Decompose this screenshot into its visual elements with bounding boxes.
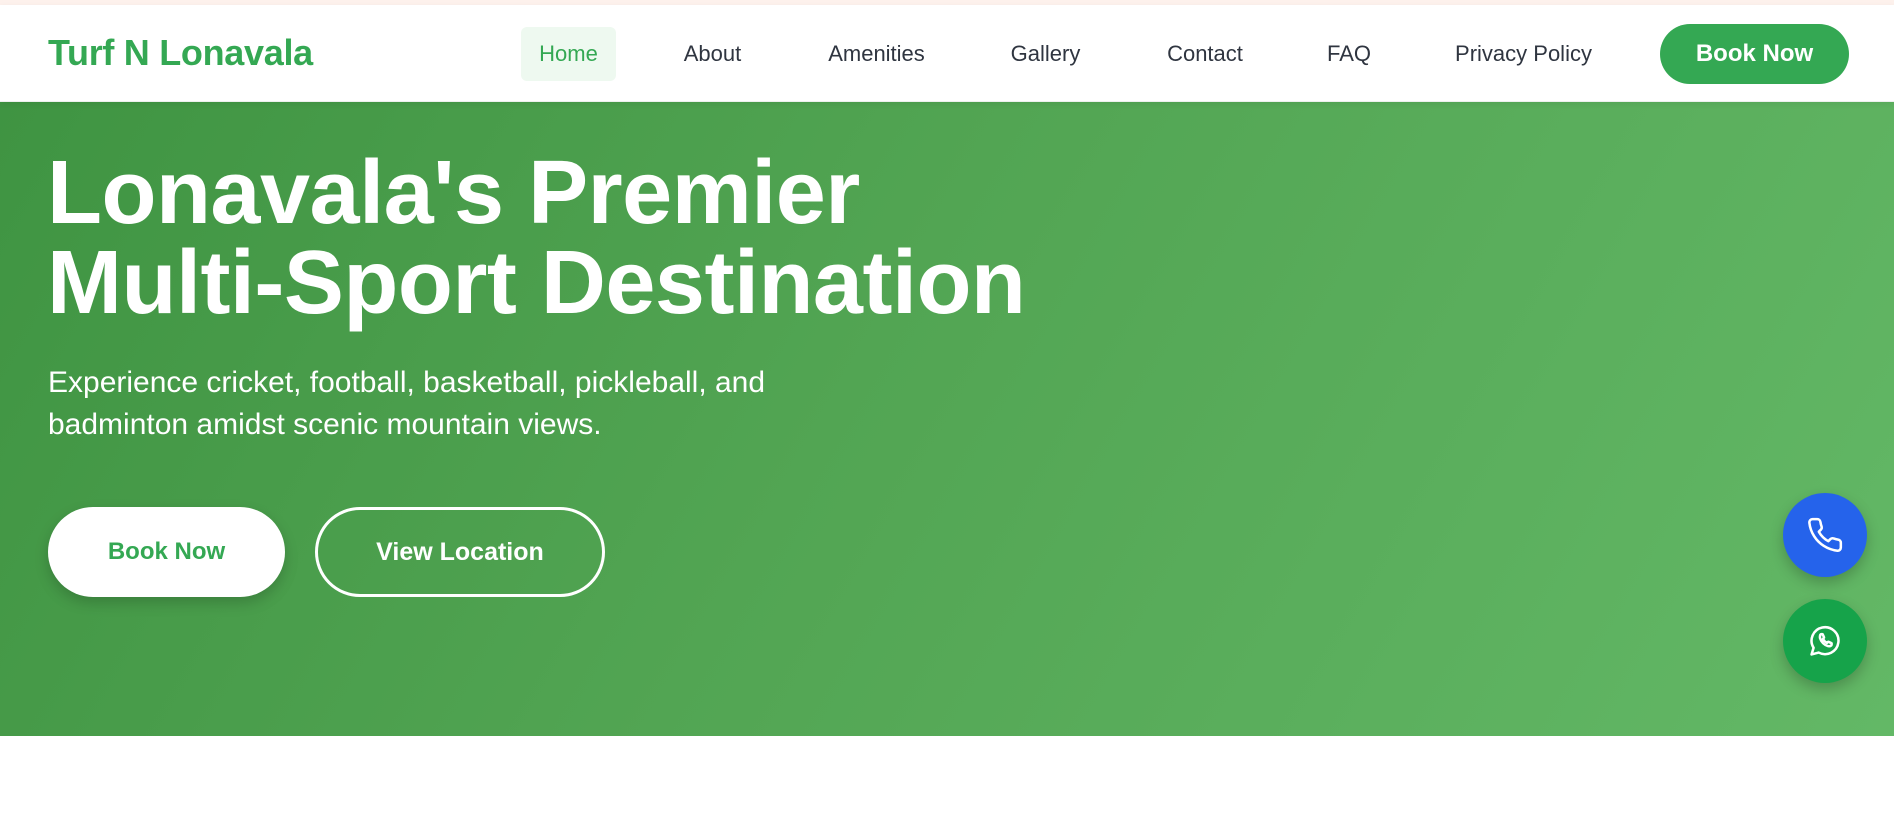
hero-view-location-button[interactable]: View Location <box>315 507 605 597</box>
brand-logo[interactable]: Turf N Lonavala <box>48 32 313 74</box>
whatsapp-icon <box>1810 626 1840 656</box>
hero-title-line-1: Lonavala's Premier <box>47 143 860 243</box>
nav-contact[interactable]: Contact <box>1157 27 1253 81</box>
navbar: Turf N Lonavala Home About Amenities Gal… <box>0 5 1894 102</box>
nav-amenities[interactable]: Amenities <box>815 27 938 81</box>
nav-faq[interactable]: FAQ <box>1318 27 1380 81</box>
hero-subtitle-line-2: badminton amidst scenic mountain views. <box>48 408 602 441</box>
nav-gallery[interactable]: Gallery <box>997 27 1094 81</box>
hero-section: Lonavala's Premier Multi-Sport Destinati… <box>0 102 1894 736</box>
hero-title: Lonavala's Premier Multi-Sport Destinati… <box>47 143 1026 333</box>
call-button[interactable] <box>1783 493 1867 577</box>
hero-subtitle-line-1: Experience cricket, football, basketball… <box>48 366 766 399</box>
whatsapp-button[interactable] <box>1783 599 1867 683</box>
hero-book-now-button[interactable]: Book Now <box>48 507 285 597</box>
nav-about[interactable]: About <box>670 27 755 81</box>
nav-privacy-policy[interactable]: Privacy Policy <box>1445 27 1602 81</box>
nav-home[interactable]: Home <box>521 27 616 81</box>
nav-book-now-button[interactable]: Book Now <box>1660 24 1849 84</box>
phone-icon <box>1808 517 1843 552</box>
hero-title-line-2: Multi-Sport Destination <box>47 233 1026 333</box>
hero-subtitle: Experience cricket, football, basketball… <box>48 362 948 446</box>
